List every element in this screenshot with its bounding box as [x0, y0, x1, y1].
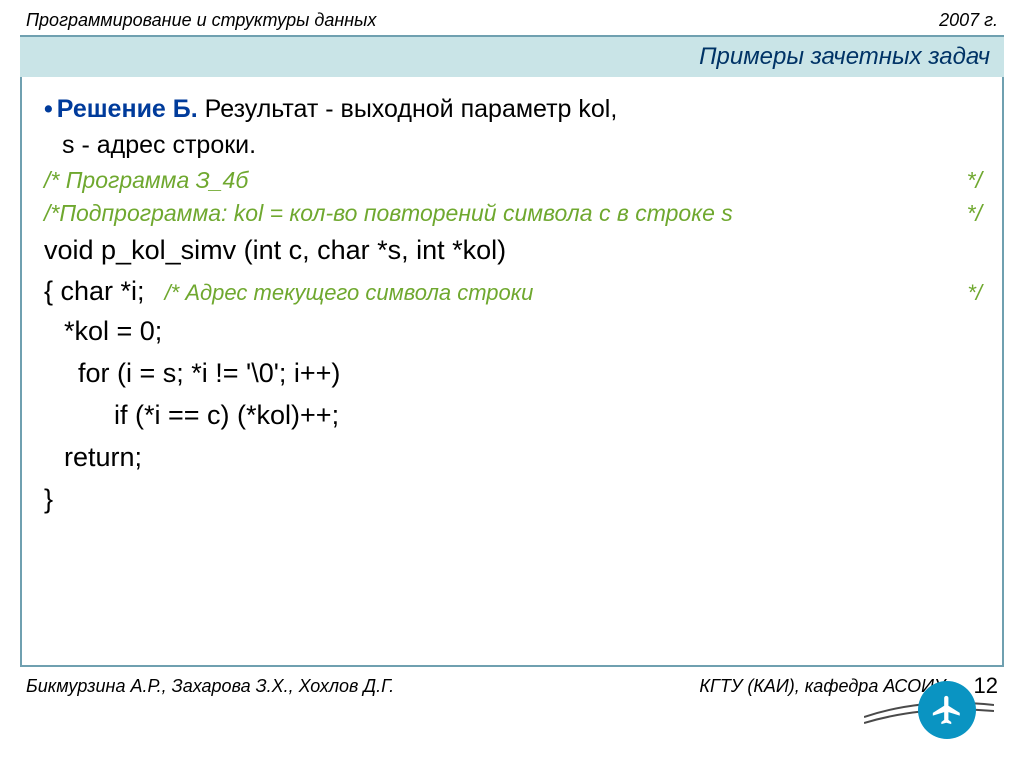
slide-title: Примеры зачетных задач [699, 43, 990, 70]
slide: Программирование и структуры данных 2007… [20, 10, 1004, 747]
code-chari: { char *i; [44, 272, 145, 311]
footer: Бикмурзина А.Р., Захарова З.Х., Хохлов Д… [20, 667, 1004, 699]
code-for: for (i = s; *i != '\0'; i++) [44, 353, 982, 395]
comment-program-right: */ [967, 164, 982, 197]
code-chari-row: { char *i; /* Адрес текущего символа стр… [44, 272, 982, 311]
comment-program-left: /* Программа З_4б [44, 164, 248, 197]
code-sig: void p_kol_simv (int c, char *s, int *ko… [44, 230, 982, 272]
code-chari-comment: /* Адрес текущего символа строки [145, 277, 968, 309]
line-solution: • Решение Б. Результат - выходной параме… [44, 91, 982, 127]
code-chari-comment-end: */ [967, 277, 982, 309]
solution-rest: Результат - выходной параметр kol, [198, 95, 618, 123]
bullet-dot: • [44, 91, 53, 127]
title-bar: Примеры зачетных задач [20, 35, 1004, 77]
code-kol0: *kol = 0; [44, 311, 982, 353]
plane-icon [918, 681, 976, 739]
comment-sub-left: /*Подпрограмма: kol = кол-во повторений … [44, 197, 733, 230]
comment-sub-right: */ [967, 197, 982, 230]
logo [884, 675, 994, 745]
line-s-addr: s - адрес строки. [44, 127, 982, 163]
comment-program: /* Программа З_4б */ [44, 164, 982, 197]
solution-label: Решение Б. [57, 95, 198, 123]
content-area: • Решение Б. Результат - выходной параме… [20, 77, 1004, 667]
footer-authors: Бикмурзина А.Р., Захарова З.Х., Хохлов Д… [26, 676, 394, 697]
comment-sub: /*Подпрограмма: kol = кол-во повторений … [44, 197, 982, 230]
code-if: if (*i == c) (*kol)++; [44, 395, 982, 437]
header: Программирование и структуры данных 2007… [20, 10, 1004, 35]
code-brace: } [44, 479, 982, 521]
header-right: 2007 г. [939, 10, 998, 31]
header-left: Программирование и структуры данных [26, 10, 376, 31]
code-return: return; [44, 437, 982, 479]
